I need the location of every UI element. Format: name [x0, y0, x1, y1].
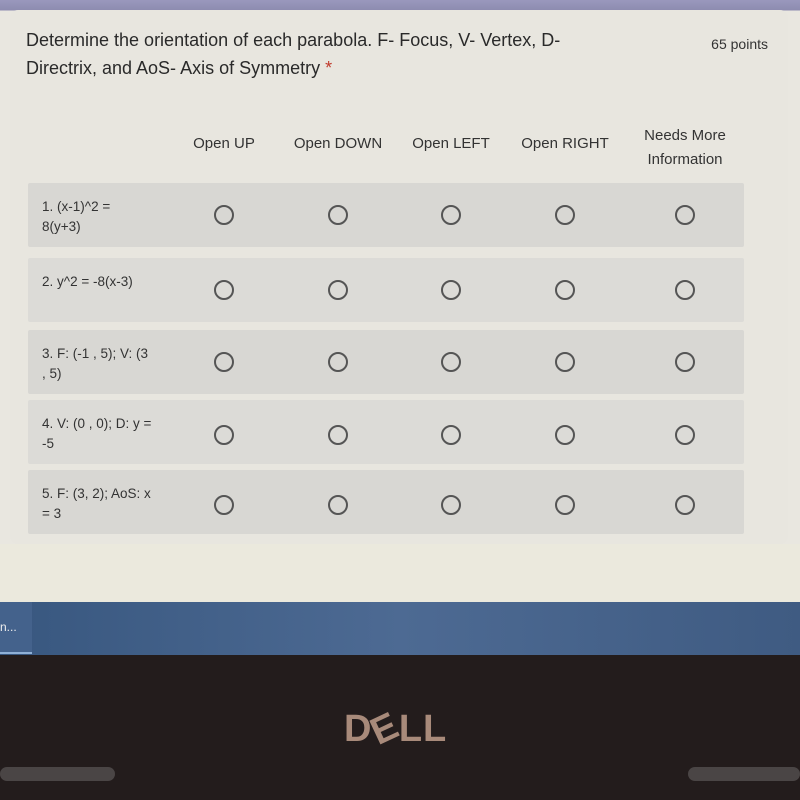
radio-button[interactable]: [675, 280, 695, 300]
radio-button[interactable]: [328, 425, 348, 445]
question-text: Determine the orientation of each parabo…: [26, 30, 561, 78]
radio-button[interactable]: [328, 352, 348, 372]
laptop-foot-left: [0, 767, 115, 781]
radio-button[interactable]: [214, 352, 234, 372]
dell-logo: DELL: [344, 704, 448, 754]
radio-button[interactable]: [214, 495, 234, 515]
screen: Determine the orientation of each parabo…: [0, 0, 800, 655]
column-header: Open LEFT: [412, 135, 490, 152]
radio-button[interactable]: [328, 205, 348, 225]
page-background: [0, 544, 800, 602]
taskbar: n...: [0, 602, 800, 655]
radio-button[interactable]: [214, 205, 234, 225]
row-label: 1. (x-1)^2 = 8(y+3): [42, 199, 111, 234]
laptop-foot-right: [688, 767, 800, 781]
radio-button[interactable]: [441, 495, 461, 515]
required-marker: *: [325, 58, 333, 78]
column-header: Open DOWN: [293, 135, 383, 152]
radio-button[interactable]: [441, 280, 461, 300]
row-label: 3. F: (-1 , 5); V: (3 , 5): [42, 346, 149, 381]
column-header: Open UP: [193, 135, 255, 152]
radio-button[interactable]: [441, 352, 461, 372]
grid-row: 1. (x-1)^2 = 8(y+3): [28, 183, 744, 247]
radio-button[interactable]: [555, 495, 575, 515]
radio-button[interactable]: [555, 425, 575, 445]
grid-row: 3. F: (-1 , 5); V: (3 , 5): [28, 330, 744, 394]
radio-button[interactable]: [555, 280, 575, 300]
radio-button[interactable]: [214, 425, 234, 445]
row-label: 4. V: (0 , 0); D: y = -5: [42, 416, 152, 451]
radio-button[interactable]: [214, 280, 234, 300]
taskbar-item[interactable]: n...: [0, 602, 32, 654]
radio-button[interactable]: [441, 425, 461, 445]
radio-button[interactable]: [675, 425, 695, 445]
column-header: Needs More Information: [644, 127, 726, 168]
radio-button[interactable]: [675, 205, 695, 225]
radio-button[interactable]: [441, 205, 461, 225]
radio-button[interactable]: [555, 205, 575, 225]
radio-button[interactable]: [555, 352, 575, 372]
row-label: 2. y^2 = -8(x-3): [42, 274, 133, 289]
radio-button[interactable]: [328, 495, 348, 515]
radio-button[interactable]: [328, 280, 348, 300]
grid-row: 2. y^2 = -8(x-3): [28, 258, 744, 322]
grid-row: 4. V: (0 , 0); D: y = -5: [28, 400, 744, 464]
points-label: 65 points: [711, 36, 768, 52]
row-label: 5. F: (3, 2); AoS: x = 3: [42, 486, 151, 521]
radio-button[interactable]: [675, 495, 695, 515]
radio-button[interactable]: [675, 352, 695, 372]
column-header: Open RIGHT: [521, 135, 609, 152]
grid-row: 5. F: (3, 2); AoS: x = 3: [28, 470, 744, 534]
question-title: Determine the orientation of each parabo…: [26, 26, 626, 82]
